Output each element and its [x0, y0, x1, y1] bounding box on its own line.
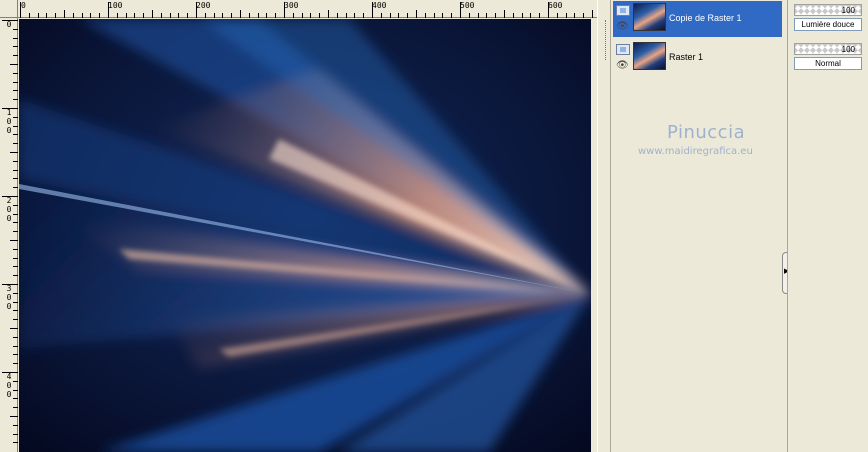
ruler-h-label: 300: [284, 1, 299, 10]
layer-properties-row: 100 Lumière douce: [794, 4, 862, 31]
ruler-v-label: 400: [6, 372, 12, 399]
canvas-frame: [18, 18, 597, 452]
radial-blur-artwork: [19, 19, 591, 452]
ruler-corner: [0, 0, 18, 18]
layer-thumbnail: [633, 3, 666, 31]
layer-row-raster-1[interactable]: 👁 Raster 1: [613, 40, 782, 76]
layer-thumbnail: [633, 42, 666, 70]
opacity-value: 100: [841, 6, 855, 15]
ruler-v-label: 200: [6, 196, 12, 223]
panel-splitter[interactable]: [597, 0, 611, 452]
ruler-h-label: 600: [548, 1, 563, 10]
ruler-h-label: 0: [21, 1, 26, 10]
raster-layer-icon: [616, 44, 630, 55]
watermark-name: Pinuccia: [667, 122, 746, 143]
ruler-v-label: 100: [6, 108, 12, 135]
opacity-slider[interactable]: 100: [794, 43, 862, 55]
ruler-v-label: 0: [6, 20, 12, 29]
ruler-v-label: 300: [6, 284, 12, 311]
layer-properties-column: 100 Lumière douce 100 Normal: [787, 0, 868, 452]
layer-row-copie-de-raster-1[interactable]: 👁 Copie de Raster 1: [613, 1, 782, 37]
ruler-h-label: 500: [460, 1, 475, 10]
layer-name: Copie de Raster 1: [669, 13, 742, 23]
layers-panel: 👁 Copie de Raster 1 👁 Raster 1 Pinuccia …: [605, 0, 790, 452]
layer-group-dots: [605, 20, 606, 60]
opacity-slider[interactable]: 100: [794, 4, 862, 16]
eye-visibility-icon[interactable]: 👁: [616, 21, 629, 33]
image-canvas[interactable]: [19, 19, 591, 452]
watermark-url: www.maidiregrafica.eu: [638, 146, 753, 157]
opacity-value: 100: [841, 45, 855, 54]
vertical-ruler: 0 100 200 300 400: [0, 0, 18, 452]
ruler-h-label: 200: [196, 1, 211, 10]
raster-layer-icon: [616, 5, 630, 16]
ruler-h-label: 100: [108, 1, 123, 10]
blend-mode-select[interactable]: Normal: [794, 57, 862, 70]
layer-properties-row: 100 Normal: [794, 43, 862, 70]
eye-visibility-icon[interactable]: 👁: [616, 60, 629, 72]
horizontal-ruler: 0 100 200 300 400 500 600: [0, 0, 597, 18]
blend-mode-select[interactable]: Lumière douce: [794, 18, 862, 31]
psp-workspace: 0 100 200 300 400 500 600 0 100 200 300 …: [0, 0, 868, 452]
ruler-h-label: 400: [372, 1, 387, 10]
layer-name: Raster 1: [669, 52, 704, 62]
